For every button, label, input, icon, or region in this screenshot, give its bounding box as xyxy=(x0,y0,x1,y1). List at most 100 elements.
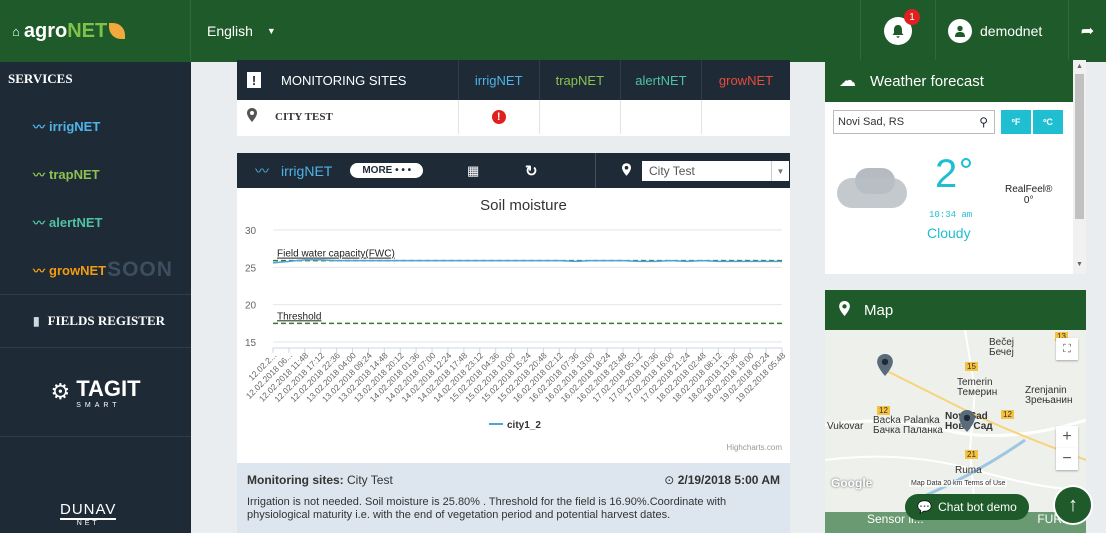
location-select-value: City Test xyxy=(649,164,695,178)
map-title: Map xyxy=(864,301,894,319)
map-attribution[interactable]: Map Data 20 km Terms of Use xyxy=(909,480,1008,487)
weather-header: ☁ Weather forecast xyxy=(825,60,1073,102)
language-selector[interactable]: English ▼ xyxy=(191,23,276,39)
user-menu[interactable]: demodnet xyxy=(948,0,1042,62)
trend-line-icon: 〰 xyxy=(33,215,46,230)
soil-moisture-chart: Soil moisture 15 20 25 30 Field water capacit… xyxy=(244,197,788,452)
site-cell: CITY TEST xyxy=(237,108,458,126)
notifications-button[interactable]: 1 xyxy=(860,0,936,62)
weather-location-value: Novi Sad, RS xyxy=(838,116,905,128)
map-canvas[interactable]: Bečej Бечеј Temerin Темерин Zrenjanin Зр… xyxy=(825,330,1086,510)
sidebar-item-alertnet[interactable]: 〰 alertNET xyxy=(0,198,191,246)
calculator-icon[interactable]: ▦ xyxy=(467,163,479,179)
more-button[interactable]: MORE • • • xyxy=(350,163,424,178)
tractor-icon: ⚙ xyxy=(50,379,71,404)
road-badge: 12 xyxy=(1001,410,1014,419)
summary-text: Irrigation is not needed. Soil moisture … xyxy=(247,496,727,521)
soon-label: SOON xyxy=(107,258,173,281)
chat-bot-label: Chat bot demo xyxy=(938,500,1017,514)
celsius-button[interactable]: ºC xyxy=(1033,110,1063,134)
column-alertnet[interactable]: alertNET xyxy=(619,60,701,100)
sidebar-item-label: growNET xyxy=(49,262,107,278)
summary-date-value: 2/19/2018 5:00 AM xyxy=(677,473,780,487)
google-logo: Google xyxy=(831,476,873,490)
scroll-up-icon[interactable]: ▲ xyxy=(1076,63,1083,70)
monitoring-title-cell: ! MONITORING SITES xyxy=(237,60,458,100)
column-label: trapNET xyxy=(555,72,605,88)
weather-time: 10:34 am xyxy=(929,210,973,220)
weather-forecast-panel: ☁ Weather forecast Novi Sad, RS ⚲ ºF ºC … xyxy=(825,60,1073,274)
cloudy-icon xyxy=(837,178,907,208)
alertnet-status-cell xyxy=(619,100,701,134)
top-bar: ⌂ agro NET English ▼ 1 demodnet ➦ xyxy=(0,0,1106,62)
chat-bot-button[interactable]: 💬 Chat bot demo xyxy=(905,494,1029,520)
column-irrignet[interactable]: irrigNET xyxy=(457,60,539,100)
map-pin-icon xyxy=(622,162,631,179)
trend-line-icon: 〰 xyxy=(33,167,46,182)
column-label: irrigNET xyxy=(474,72,523,88)
weather-scrollbar[interactable]: ▲ ▼ xyxy=(1073,60,1086,274)
chart-panel: 〰 irrigNET MORE • • • ▦ ↻ City Test ▼ So… xyxy=(237,153,790,533)
sidebar-item-label: trapNET xyxy=(49,166,100,182)
sidebar-item-fields-register[interactable]: ▮ FIELDS REGISTER xyxy=(0,295,191,347)
alert-icon: ! xyxy=(491,110,506,124)
legend-label: city1_2 xyxy=(507,420,541,431)
cloud-rain-icon: ☁ xyxy=(839,71,856,90)
table-row[interactable]: CITY TEST ! xyxy=(237,100,790,134)
trend-line-icon: 〰 xyxy=(33,263,46,278)
sidebar-divider xyxy=(0,436,191,437)
realfeel: RealFeel® 0° xyxy=(1005,184,1052,206)
sidebar-item-irrignet[interactable]: 〰 irrigNET xyxy=(0,102,191,150)
column-grownet[interactable]: growNET xyxy=(700,60,790,100)
sidebar-item-trapnet[interactable]: 〰 trapNET xyxy=(0,150,191,198)
sidebar-item-grownet[interactable]: 〰 growNET SOON xyxy=(0,246,191,294)
column-trapnet[interactable]: trapNET xyxy=(538,60,620,100)
city-label: Ruma xyxy=(955,465,982,476)
chat-bubble-icon: 💬 xyxy=(917,500,933,514)
sidebar-item-label: irrigNET xyxy=(49,118,101,134)
refresh-icon[interactable]: ↻ xyxy=(525,162,538,180)
tagit-sub-text: SMART xyxy=(76,401,121,409)
monitoring-sites-table: ! MONITORING SITES irrigNET trapNET aler… xyxy=(237,60,790,136)
agronet-logo[interactable]: ⌂ agro NET xyxy=(0,0,191,62)
irrignet-status-cell[interactable]: ! xyxy=(457,100,539,134)
fullscreen-icon[interactable]: ⛶ xyxy=(1056,338,1078,360)
weather-location-input[interactable]: Novi Sad, RS ⚲ xyxy=(833,110,995,134)
chevron-down-icon: ▼ xyxy=(771,161,789,181)
summary-date: ⊙ 2/19/2018 5:00 AM xyxy=(664,473,780,487)
dunav-logo[interactable]: DUNAV NET xyxy=(60,501,117,527)
trend-line-icon: 〰 xyxy=(255,162,269,179)
scroll-down-icon[interactable]: ▼ xyxy=(1076,261,1083,268)
fahrenheit-button[interactable]: ºF xyxy=(1001,110,1031,134)
zoom-in-button[interactable]: + xyxy=(1056,426,1078,448)
bell-icon: 1 xyxy=(884,9,920,45)
location-select[interactable]: City Test ▼ xyxy=(642,161,789,181)
map-terms-label: Terms of Use xyxy=(964,480,1006,487)
city-label: Temerin Темерин xyxy=(957,377,998,398)
search-icon[interactable]: ⚲ xyxy=(979,115,988,129)
leaf-icon xyxy=(109,23,126,39)
home-icon: ⌂ xyxy=(12,23,20,39)
tagit-logo[interactable]: ⚙ TAGIT SMART xyxy=(0,348,191,436)
share-arrow-icon: ➦ xyxy=(1080,23,1095,40)
scrollbar-thumb[interactable] xyxy=(1075,74,1084,219)
city-label: Zrenjanin Зрењанин xyxy=(1025,385,1073,406)
grownet-status-cell xyxy=(700,100,790,134)
logo-agro-text: agro xyxy=(23,19,68,42)
logo-net-text: NET xyxy=(67,19,108,42)
map-header: Map xyxy=(825,290,1086,330)
zoom-out-button[interactable]: − xyxy=(1056,448,1078,470)
scroll-to-top-button[interactable]: ↑ xyxy=(1053,485,1093,525)
map-marker-icon[interactable] xyxy=(959,410,975,435)
map-scale-label: 20 km xyxy=(943,480,963,487)
monitoring-summary: Monitoring sites: City Test ⊙ 2/19/2018 … xyxy=(237,463,790,533)
sidebar: SERVICES 〰 irrigNET 〰 trapNET 〰 alertNET… xyxy=(0,62,191,533)
logout-button[interactable]: ➦ xyxy=(1068,0,1106,62)
reference-line-label: Field water capacity(FWC) xyxy=(277,249,395,260)
chart-credits: Highcharts.com xyxy=(726,443,782,452)
temperature-value: 2 xyxy=(935,152,958,196)
column-label: alertNET xyxy=(635,72,687,88)
column-label: growNET xyxy=(718,72,774,88)
user-avatar-icon xyxy=(948,19,972,43)
map-marker-icon[interactable] xyxy=(877,354,893,379)
